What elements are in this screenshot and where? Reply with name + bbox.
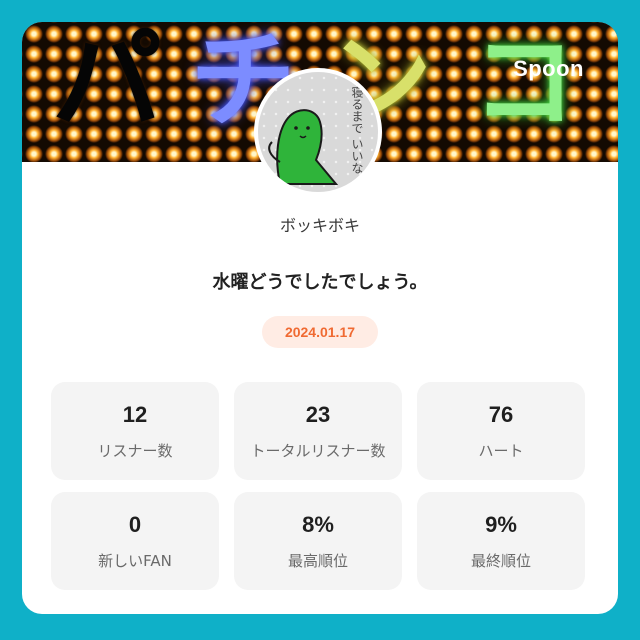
stat-value: 9% xyxy=(485,512,517,537)
stat-value: 76 xyxy=(488,402,514,427)
stat-value: 8% xyxy=(302,512,334,537)
stat-label: トータルリスナー数 xyxy=(250,442,386,460)
post-title: 水曜どうでしたでしょう。 xyxy=(212,272,428,293)
stat-label: 最終順位 xyxy=(470,552,531,570)
stat-label: ハート xyxy=(478,442,524,460)
avatar[interactable]: 寝るまで いいな xyxy=(254,68,382,196)
date-badge: 2024.01.17 xyxy=(262,316,378,348)
handwriting-line-1: 寝るまで xyxy=(350,86,364,134)
banner-char-ko: コ xyxy=(472,22,577,143)
avatar-handwriting: 寝るまで いいな xyxy=(348,86,364,174)
stat-final-rank: 9% 最終順位 xyxy=(417,492,585,590)
stat-label: 最高順位 xyxy=(287,552,348,570)
stat-label: リスナー数 xyxy=(97,442,173,460)
stat-value: 12 xyxy=(122,402,148,427)
stat-hearts: 76 ハート xyxy=(417,382,585,480)
stat-total-listeners: 23 トータルリスナー数 xyxy=(234,382,402,480)
banner-char-pa: パ xyxy=(52,22,162,145)
stat-listeners: 12 リスナー数 xyxy=(51,382,219,480)
spoon-logo: Spoon xyxy=(513,56,584,81)
handwriting-line-2: いいな xyxy=(350,137,364,174)
stat-value: 23 xyxy=(305,402,331,427)
avatar-image: 寝るまで いいな xyxy=(258,72,378,192)
summary-card: パ チ ン コ Spoon 寝るまで いいな ボッキボキ 水曜どうでしたでしょう… xyxy=(22,22,618,614)
stat-label: 新しいFAN xyxy=(98,552,172,570)
stat-new-fans: 0 新しいFAN xyxy=(51,492,219,590)
stat-highest-rank: 8% 最高順位 xyxy=(234,492,402,590)
username[interactable]: ボッキボキ xyxy=(22,212,618,236)
stat-value: 0 xyxy=(128,512,142,537)
